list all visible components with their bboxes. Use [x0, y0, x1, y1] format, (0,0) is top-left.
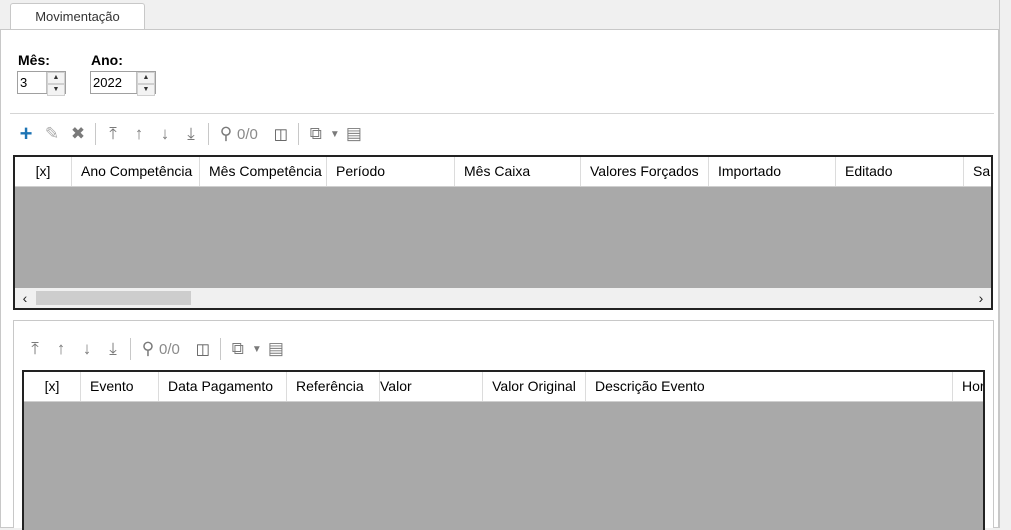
column-header[interactable]: Mês Caixa [455, 157, 581, 186]
ano-label: Ano: [91, 52, 123, 68]
ano-down-button[interactable]: ▼ [137, 84, 155, 96]
arrow-down-icon[interactable]: ↓ [152, 121, 178, 147]
column-header[interactable]: Valor [380, 372, 483, 401]
ano-up-button[interactable]: ▲ [137, 72, 155, 84]
mes-spinner[interactable]: 3 ▲ ▼ [17, 71, 66, 96]
plus-icon[interactable]: + [13, 121, 39, 147]
column-header[interactable]: Evento [81, 372, 159, 401]
mes-value[interactable]: 3 [18, 72, 46, 93]
search-icon[interactable]: ⚲ [135, 336, 161, 362]
column-header[interactable]: Valor Original [483, 372, 586, 401]
column-header[interactable]: Data Pagamento [159, 372, 287, 401]
column-header[interactable]: Mês Competência [200, 157, 327, 186]
column-header[interactable]: Referência [287, 372, 380, 401]
ano-spinner[interactable]: 2022 ▲ ▼ [90, 71, 156, 96]
toolbar-separator [130, 338, 131, 360]
columns-icon[interactable]: ◫ [190, 336, 216, 362]
column-header[interactable]: Editado [836, 157, 964, 186]
arrow-first-icon[interactable]: ⤒ [100, 121, 126, 147]
columns-icon[interactable]: ◫ [268, 121, 294, 147]
grid-eventos[interactable]: [x] Evento Data Pagamento Referência Valor Va… [22, 370, 985, 530]
grid-movimentacao[interactable]: [x] Ano Competência Mês Competência Período… [13, 155, 993, 290]
toolbar-bottom: ⤒ ↑ ↓ ⤓ ⚲ 0/0 ◫ ⧉ ▼ ▤ [22, 336, 289, 362]
column-header[interactable]: Descrição Evento [586, 372, 953, 401]
chevron-down-icon[interactable]: ▼ [251, 336, 263, 362]
chevron-down-icon[interactable]: ▼ [329, 121, 341, 147]
export-icon[interactable]: ⧉ [303, 121, 329, 147]
column-header[interactable]: Importado [709, 157, 836, 186]
toolbar-separator [297, 123, 299, 145]
scroll-thumb[interactable] [36, 291, 191, 305]
right-scroll-edge [999, 0, 1011, 528]
column-header[interactable]: Sala [964, 157, 991, 186]
mes-label: Mês: [18, 52, 50, 68]
column-header[interactable]: Período [327, 157, 455, 186]
scroll-right-icon[interactable]: › [971, 288, 991, 308]
horizontal-scrollbar[interactable]: ‹ › [13, 288, 993, 310]
record-count: 0/0 [159, 340, 180, 358]
report-icon[interactable]: ▤ [341, 121, 367, 147]
export-icon[interactable]: ⧉ [225, 336, 251, 362]
grid-header: [x] Evento Data Pagamento Referência Valor Va… [24, 372, 983, 402]
column-header[interactable]: Ano Competência [72, 157, 200, 186]
arrow-last-icon[interactable]: ⤓ [100, 336, 126, 362]
arrow-first-icon[interactable]: ⤒ [22, 336, 48, 362]
toolbar-top: + ✎ ✖ ⤒ ↑ ↓ ⤓ ⚲ 0/0 ◫ ⧉ ▼ ▤ [13, 121, 367, 147]
pencil-icon[interactable]: ✎ [39, 121, 65, 147]
mes-down-button[interactable]: ▼ [47, 84, 65, 96]
toolbar-separator [208, 123, 209, 145]
ano-value[interactable]: 2022 [91, 72, 136, 93]
arrow-down-icon[interactable]: ↓ [74, 336, 100, 362]
record-count: 0/0 [237, 125, 258, 143]
column-header[interactable]: Valores Forçados [581, 157, 709, 186]
column-header[interactable]: [x] [15, 157, 72, 186]
column-header[interactable]: Hora [953, 372, 983, 401]
arrow-last-icon[interactable]: ⤓ [178, 121, 204, 147]
divider [10, 113, 994, 114]
column-header[interactable]: [x] [24, 372, 81, 401]
arrow-up-icon[interactable]: ↑ [126, 121, 152, 147]
toolbar-separator [95, 123, 96, 145]
mes-up-button[interactable]: ▲ [47, 72, 65, 84]
scroll-left-icon[interactable]: ‹ [15, 288, 35, 308]
x-icon[interactable]: ✖ [65, 121, 91, 147]
report-icon[interactable]: ▤ [263, 336, 289, 362]
tab-movimentacao[interactable]: Movimentação [10, 3, 145, 30]
grid-header: [x] Ano Competência Mês Competência Período… [15, 157, 991, 187]
arrow-up-icon[interactable]: ↑ [48, 336, 74, 362]
search-icon[interactable]: ⚲ [213, 121, 239, 147]
toolbar-separator [219, 338, 221, 360]
